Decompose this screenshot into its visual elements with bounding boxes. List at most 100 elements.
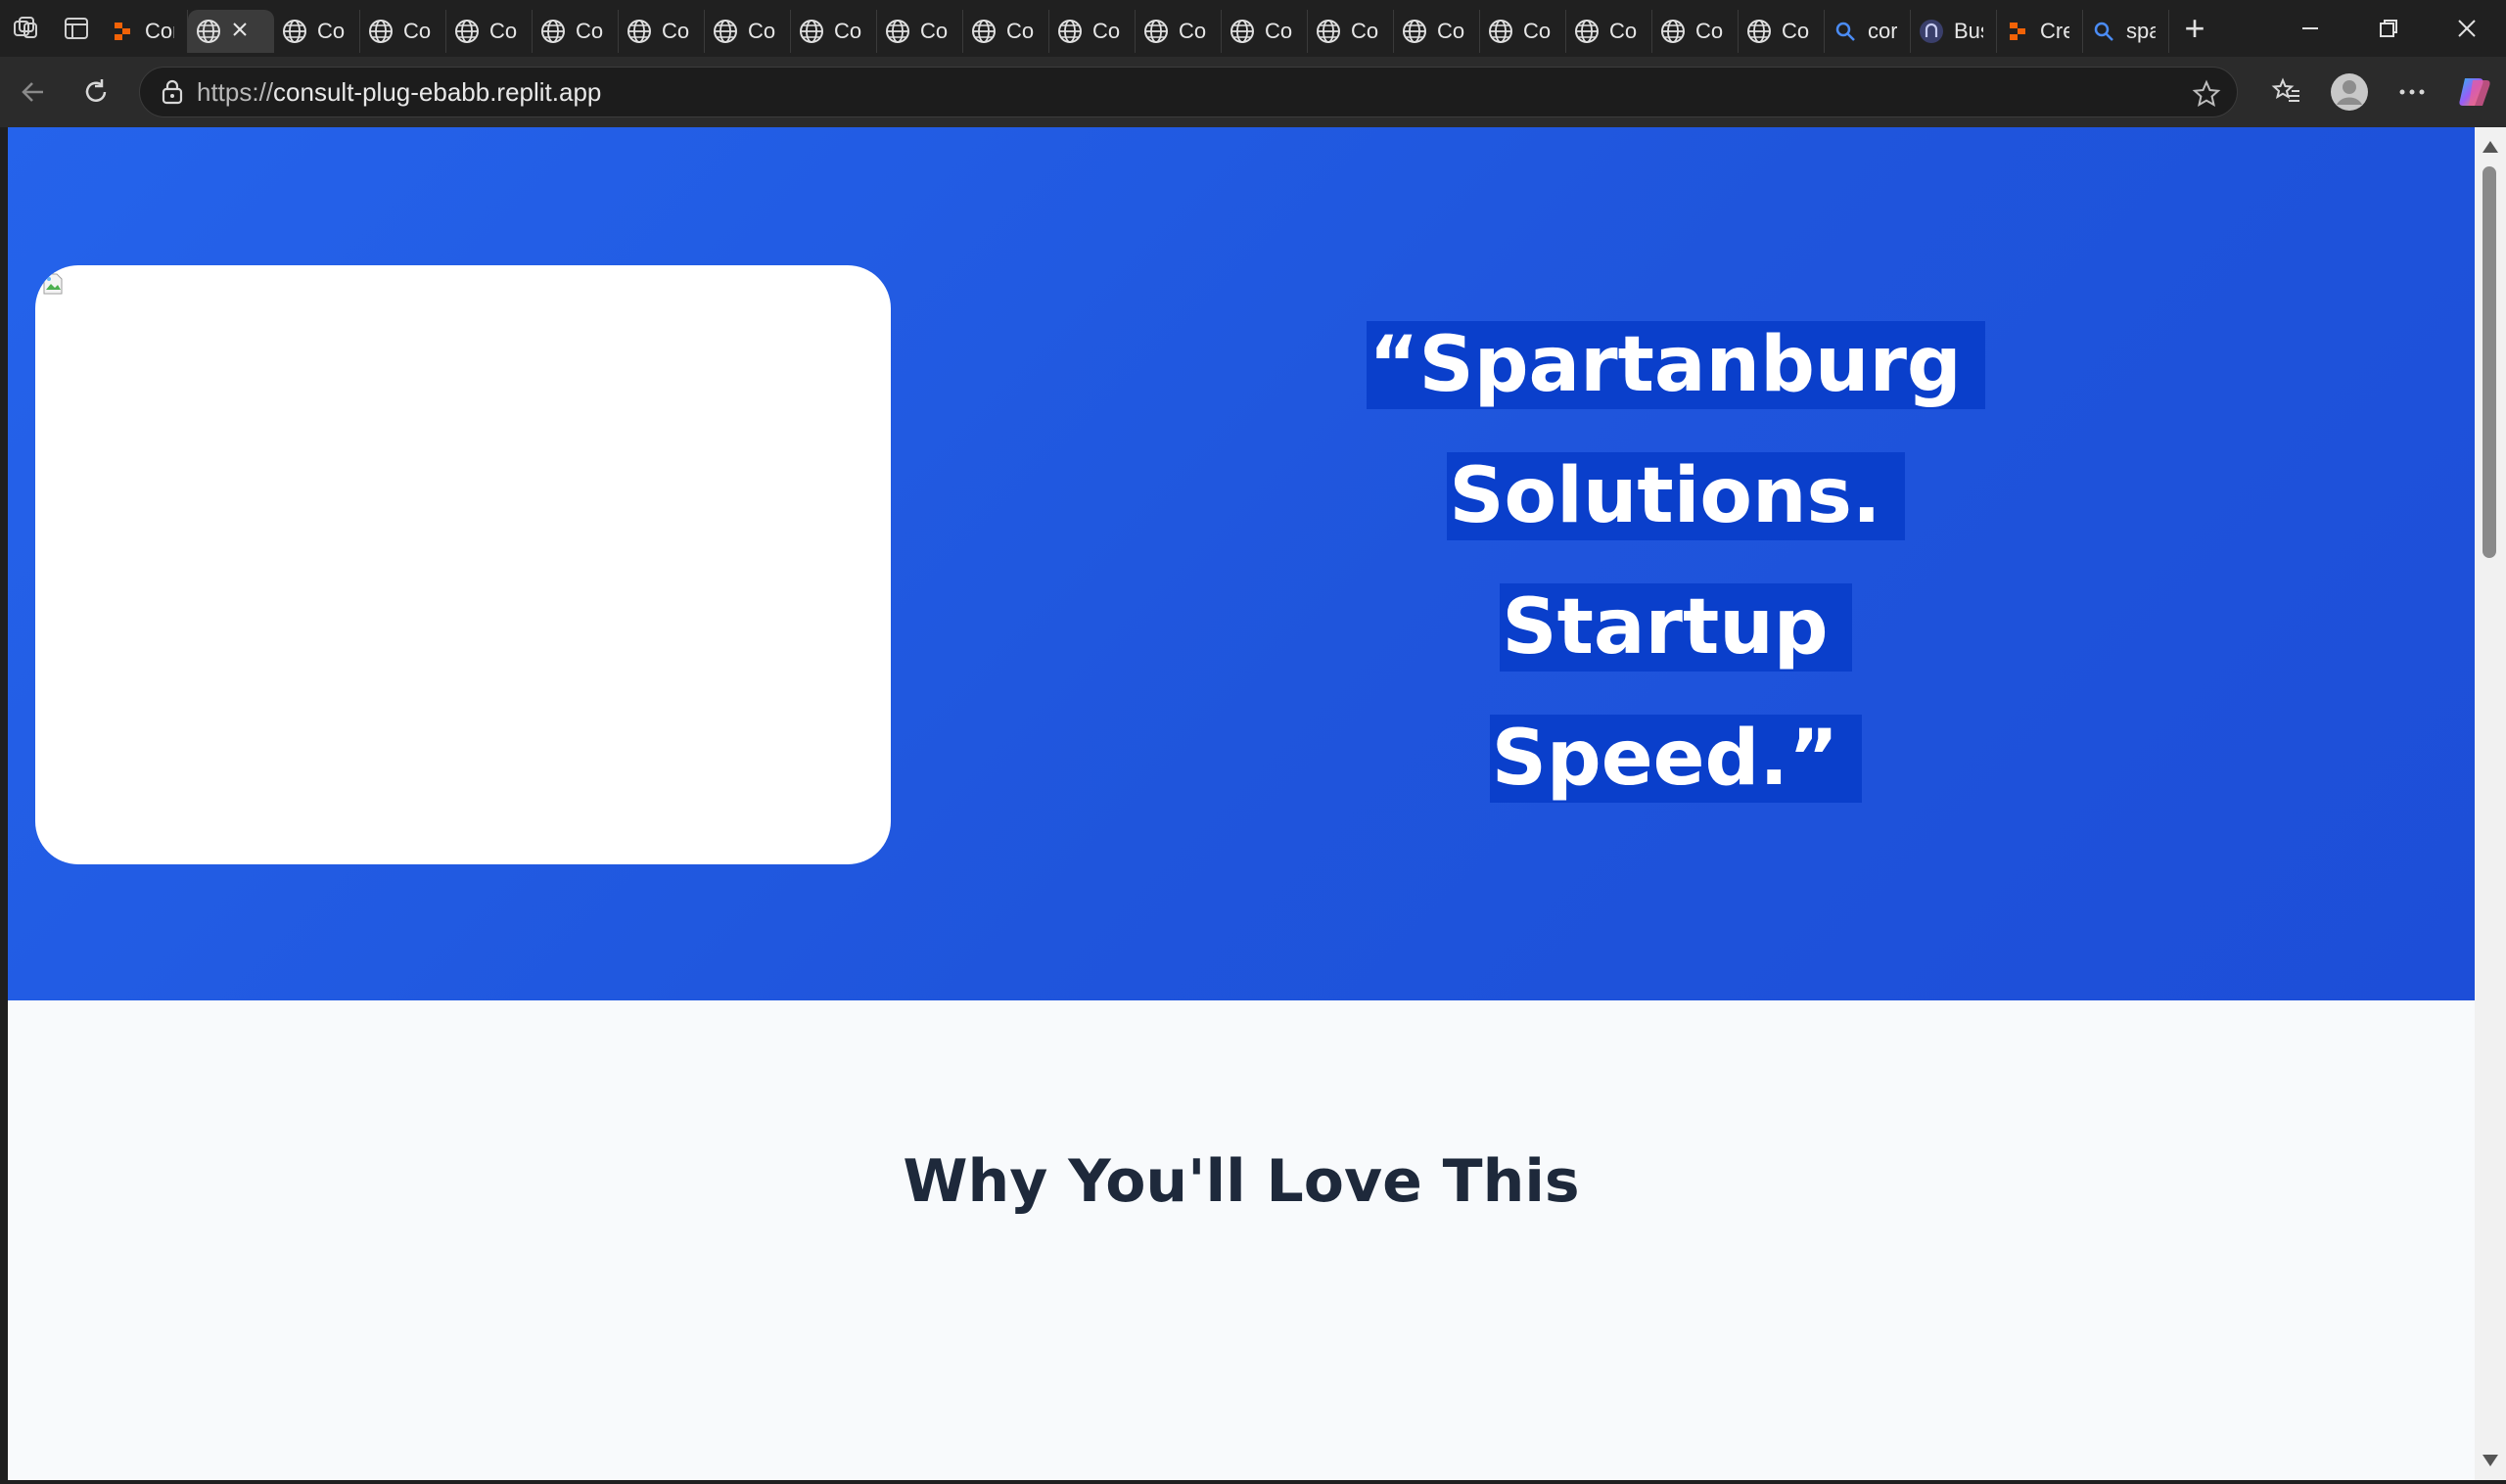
- browser-tab[interactable]: Co: [1480, 10, 1566, 53]
- more-options-icon[interactable]: [2381, 61, 2443, 123]
- browser-tab[interactable]: cor: [1825, 10, 1911, 53]
- quote-line: Solutions.: [1447, 452, 1905, 540]
- favorite-star-icon[interactable]: [2192, 79, 2221, 114]
- browser-tab-strip: Cor Co Co Co Co Co Co Co Co Co Co Co Co Co Co Co Co Co Co c…: [0, 0, 2506, 57]
- tab-title: Co: [1092, 19, 1121, 43]
- features-section: Why You'll Love This: [8, 1000, 2475, 1480]
- globe-icon: [799, 19, 824, 44]
- browser-tab[interactable]: Co: [877, 10, 963, 53]
- quote-line: “Spartanburg: [1367, 321, 1985, 409]
- url-text: https://consult-plug-ebabb.replit.app: [197, 76, 602, 107]
- workspaces-icon[interactable]: [0, 0, 51, 57]
- tab-title: spa: [2126, 19, 2156, 43]
- hero-section: “Spartanburg Solutions. Startup Speed.”: [8, 127, 2475, 1000]
- tab-title: Co: [920, 19, 949, 43]
- tab-title: Cor: [145, 19, 174, 43]
- globe-icon: [1574, 19, 1600, 44]
- tab-title: Co: [1006, 19, 1035, 43]
- globe-icon: [1316, 19, 1341, 44]
- refresh-button[interactable]: [65, 61, 127, 123]
- scrollbar-thumb[interactable]: [2483, 166, 2496, 558]
- browser-toolbar: https://consult-plug-ebabb.replit.app: [0, 57, 2506, 127]
- globe-icon: [1057, 19, 1083, 44]
- globe-icon: [1230, 19, 1255, 44]
- tab-title: Co: [576, 19, 604, 43]
- browser-tab[interactable]: Co: [963, 10, 1049, 53]
- search-icon: [1833, 19, 1858, 44]
- hero-quote: “Spartanburg Solutions. Startup Speed.”: [1104, 300, 2248, 824]
- tab-title: Co: [1179, 19, 1207, 43]
- window-controls: [2271, 0, 2506, 57]
- tab-list: Cor Co Co Co Co Co Co Co Co Co Co Co Co Co Co Co Co Co Co c…: [102, 0, 2169, 57]
- globe-icon: [282, 19, 307, 44]
- globe-icon: [196, 19, 221, 44]
- browser-tab[interactable]: Co: [1394, 10, 1480, 53]
- site-info-icon[interactable]: [148, 78, 197, 106]
- tab-title: Co: [1437, 19, 1465, 43]
- globe-icon: [454, 19, 480, 44]
- globe-icon: [1660, 19, 1686, 44]
- tab-title: Co: [1351, 19, 1379, 43]
- close-tab-icon[interactable]: [231, 19, 249, 44]
- globe-icon: [626, 19, 652, 44]
- browser-tab[interactable]: Bus: [1911, 10, 1997, 53]
- scroll-up-icon[interactable]: [2483, 141, 2498, 153]
- globe-icon: [971, 19, 997, 44]
- broken-image-icon: [43, 273, 63, 295]
- tab-title: Co: [834, 19, 862, 43]
- globe-icon: [1746, 19, 1772, 44]
- globe-icon: [540, 19, 566, 44]
- browser-tab[interactable]: Co: [1222, 10, 1308, 53]
- address-bar[interactable]: https://consult-plug-ebabb.replit.app: [139, 67, 2238, 117]
- search-icon: [2091, 19, 2116, 44]
- hero-image: [35, 265, 891, 864]
- browser-tab[interactable]: Co: [1136, 10, 1222, 53]
- quote-line: Speed.”: [1489, 715, 1863, 803]
- tab-title: Co: [1265, 19, 1293, 43]
- profile-avatar[interactable]: [2318, 61, 2381, 123]
- tab-actions-icon[interactable]: [51, 0, 102, 57]
- tab-title: Bus: [1954, 19, 1983, 43]
- new-tab-button[interactable]: +: [2169, 0, 2220, 57]
- favorites-icon[interactable]: [2255, 61, 2318, 123]
- page-scrollbar[interactable]: [2475, 127, 2506, 1480]
- globe-icon: [368, 19, 394, 44]
- tab-title: Co: [662, 19, 690, 43]
- browser-tab[interactable]: spa: [2083, 10, 2169, 53]
- browser-tab[interactable]: Co: [533, 10, 619, 53]
- browser-tab[interactable]: Co: [1566, 10, 1652, 53]
- tab-title: Cre: [2040, 19, 2069, 43]
- browser-tab[interactable]: [188, 10, 274, 53]
- browser-tab[interactable]: Co: [1049, 10, 1136, 53]
- back-button[interactable]: [2, 61, 65, 123]
- browser-tab[interactable]: Co: [1652, 10, 1739, 53]
- toolbar-right: [2255, 57, 2506, 127]
- browser-tab[interactable]: Co: [791, 10, 877, 53]
- globe-icon: [713, 19, 738, 44]
- tab-title: cor: [1868, 19, 1897, 43]
- browser-tab[interactable]: Co: [360, 10, 446, 53]
- minimize-button[interactable]: [2271, 0, 2349, 57]
- browser-tab[interactable]: Cor: [102, 10, 188, 53]
- tab-title: Co: [317, 19, 346, 43]
- tab-title: Co: [1609, 19, 1638, 43]
- scroll-down-icon[interactable]: [2483, 1455, 2498, 1466]
- globe-icon: [885, 19, 910, 44]
- browser-tab[interactable]: Co: [446, 10, 533, 53]
- browser-tab[interactable]: Co: [705, 10, 791, 53]
- copilot-icon[interactable]: [2443, 61, 2506, 123]
- tab-title: Co: [748, 19, 776, 43]
- browser-tab[interactable]: Co: [1739, 10, 1825, 53]
- globe-icon: [1402, 19, 1427, 44]
- browser-tab[interactable]: Co: [619, 10, 705, 53]
- app-icon: [1919, 19, 1944, 44]
- browser-tab[interactable]: Co: [274, 10, 360, 53]
- restore-button[interactable]: [2349, 0, 2428, 57]
- browser-tab[interactable]: Co: [1308, 10, 1394, 53]
- close-window-button[interactable]: [2428, 0, 2506, 57]
- replit-icon: [2005, 19, 2030, 44]
- browser-tab[interactable]: Cre: [1997, 10, 2083, 53]
- replit-icon: [110, 19, 135, 44]
- tab-title: Co: [489, 19, 518, 43]
- tab-title: Co: [1523, 19, 1552, 43]
